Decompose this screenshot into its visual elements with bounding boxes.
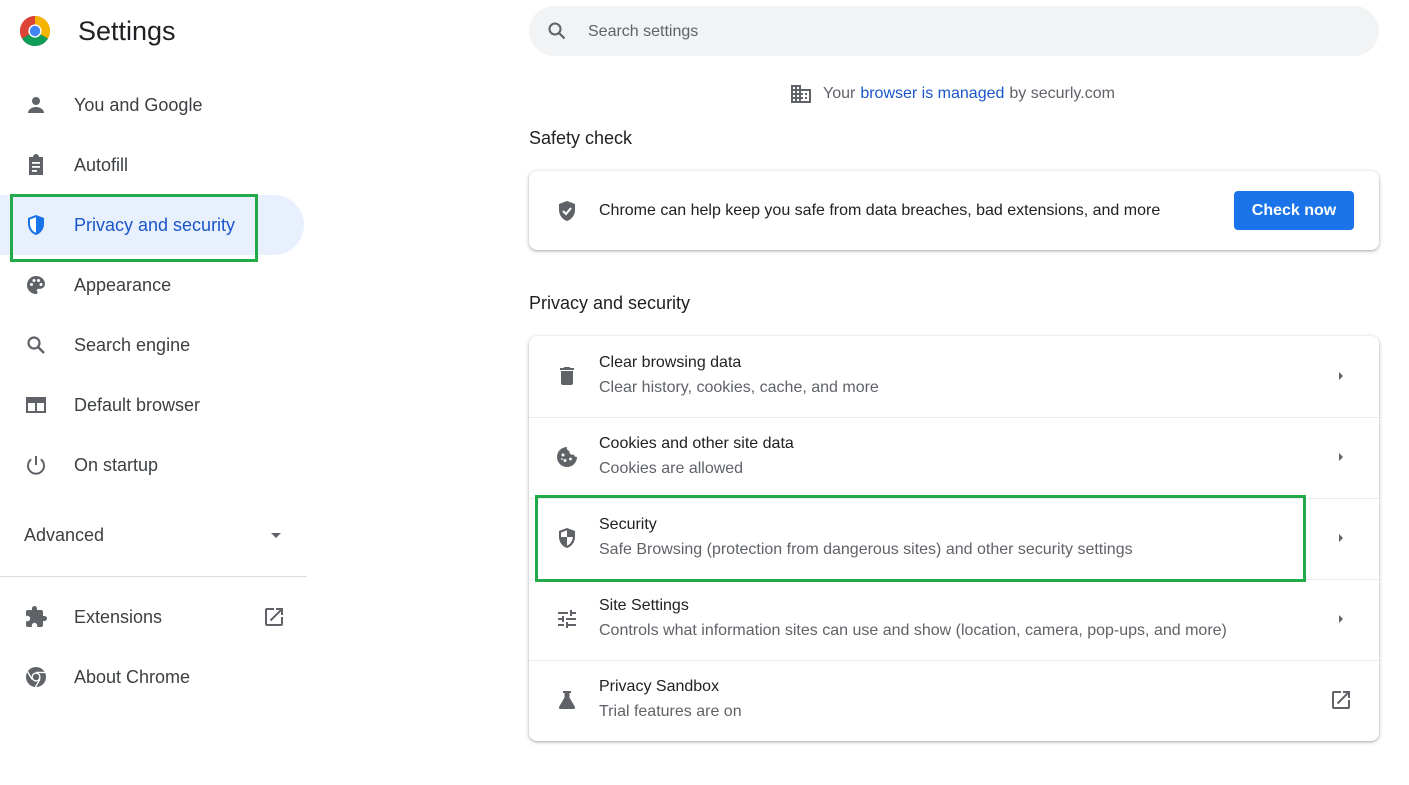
row-security[interactable]: Security Safe Browsing (protection from … [529, 498, 1379, 579]
row-title: Security [599, 516, 657, 533]
row-title: Clear browsing data [599, 354, 742, 371]
sidebar-item-you-and-google[interactable]: You and Google [0, 75, 306, 135]
privacy-security-heading: Privacy and security [529, 293, 691, 313]
building-icon [789, 82, 813, 106]
flask-icon [555, 688, 579, 712]
sidebar-item-label: Extensions [74, 607, 163, 627]
sidebar-nav: You and Google Autofill Privacy and secu… [0, 75, 306, 495]
search-icon [545, 19, 569, 43]
trash-icon [555, 364, 579, 388]
managed-suffix: by securly.com [1009, 85, 1115, 102]
row-cookies[interactable]: Cookies and other site data Cookies are … [529, 417, 1379, 498]
caret-down-icon [264, 523, 288, 547]
row-privacy-sandbox[interactable]: Privacy Sandbox Trial features are on [529, 660, 1379, 741]
sidebar-item-privacy-and-security[interactable]: Privacy and security [0, 195, 304, 255]
sidebar-bottom-nav: Extensions About Chrome [0, 587, 306, 707]
sidebar-item-extensions[interactable]: Extensions [0, 587, 306, 647]
puzzle-icon [24, 605, 48, 629]
tune-icon [555, 607, 579, 631]
managed-notice: Your browser is managed by securly.com [789, 82, 1115, 106]
sidebar-advanced-toggle[interactable]: Advanced [0, 505, 306, 565]
search-input[interactable] [586, 6, 1350, 58]
row-divider [529, 579, 1379, 580]
row-site-settings[interactable]: Site Settings Controls what information … [529, 579, 1379, 660]
managed-prefix: Your [823, 85, 856, 102]
power-icon [24, 453, 48, 477]
search-icon [24, 333, 48, 357]
open-in-new-icon [262, 605, 286, 629]
row-subtitle: Controls what information sites can use … [599, 622, 1227, 639]
row-clear-browsing-data[interactable]: Clear browsing data Clear history, cooki… [529, 336, 1379, 417]
row-subtitle: Clear history, cookies, cache, and more [599, 379, 879, 396]
palette-icon [24, 273, 48, 297]
arrow-right-icon [1329, 445, 1353, 469]
arrow-right-icon [1329, 607, 1353, 631]
sidebar-divider [0, 576, 307, 577]
open-in-new-icon [1329, 688, 1353, 712]
row-title: Site Settings [599, 597, 689, 614]
sidebar-item-about-chrome[interactable]: About Chrome [0, 647, 306, 707]
sidebar-item-label: Privacy and security [74, 215, 236, 235]
browser-managed-link[interactable]: browser is managed [860, 85, 1004, 103]
security-shield-icon [555, 526, 579, 550]
shield-icon [24, 213, 48, 237]
privacy-security-card: Clear browsing data Clear history, cooki… [529, 336, 1379, 741]
arrow-right-icon [1329, 364, 1353, 388]
cookie-icon [555, 445, 579, 469]
sidebar-item-label: Autofill [74, 155, 129, 175]
row-divider [529, 498, 1379, 499]
sidebar-item-label: Default browser [74, 395, 201, 415]
arrow-right-icon [1329, 526, 1353, 550]
sidebar-item-label: On startup [74, 455, 159, 475]
chrome-logo-icon [20, 16, 50, 46]
sidebar-item-appearance[interactable]: Appearance [0, 255, 306, 315]
row-title: Privacy Sandbox [599, 678, 720, 695]
safety-check-heading: Safety check [529, 128, 633, 148]
sidebar-item-label: You and Google [74, 95, 203, 115]
row-subtitle: Safe Browsing (protection from dangerous… [599, 541, 1133, 558]
row-divider [529, 660, 1379, 661]
row-subtitle: Cookies are allowed [599, 460, 744, 477]
safety-check-text: Chrome can help keep you safe from data … [599, 202, 1161, 219]
row-title: Cookies and other site data [599, 435, 794, 452]
advanced-label: Advanced [24, 525, 105, 545]
row-subtitle: Trial features are on [599, 703, 742, 720]
sidebar-item-label: About Chrome [74, 667, 191, 687]
chrome-icon [24, 665, 48, 689]
shield-check-icon [555, 199, 579, 223]
safety-check-card: Chrome can help keep you safe from data … [529, 171, 1379, 250]
row-divider [529, 417, 1379, 418]
sidebar-item-label: Appearance [74, 275, 172, 295]
clipboard-icon [24, 153, 48, 177]
search-bar[interactable] [529, 6, 1379, 58]
sidebar-item-on-startup[interactable]: On startup [0, 435, 306, 495]
check-now-button[interactable]: Check now [1234, 191, 1354, 230]
sidebar-item-label: Search engine [74, 335, 191, 355]
sidebar-item-search-engine[interactable]: Search engine [0, 315, 306, 375]
page-title: Settings [78, 16, 176, 46]
browser-window-icon [24, 393, 48, 417]
sidebar-item-default-browser[interactable]: Default browser [0, 375, 306, 435]
sidebar-item-autofill[interactable]: Autofill [0, 135, 306, 195]
person-icon [24, 93, 48, 117]
